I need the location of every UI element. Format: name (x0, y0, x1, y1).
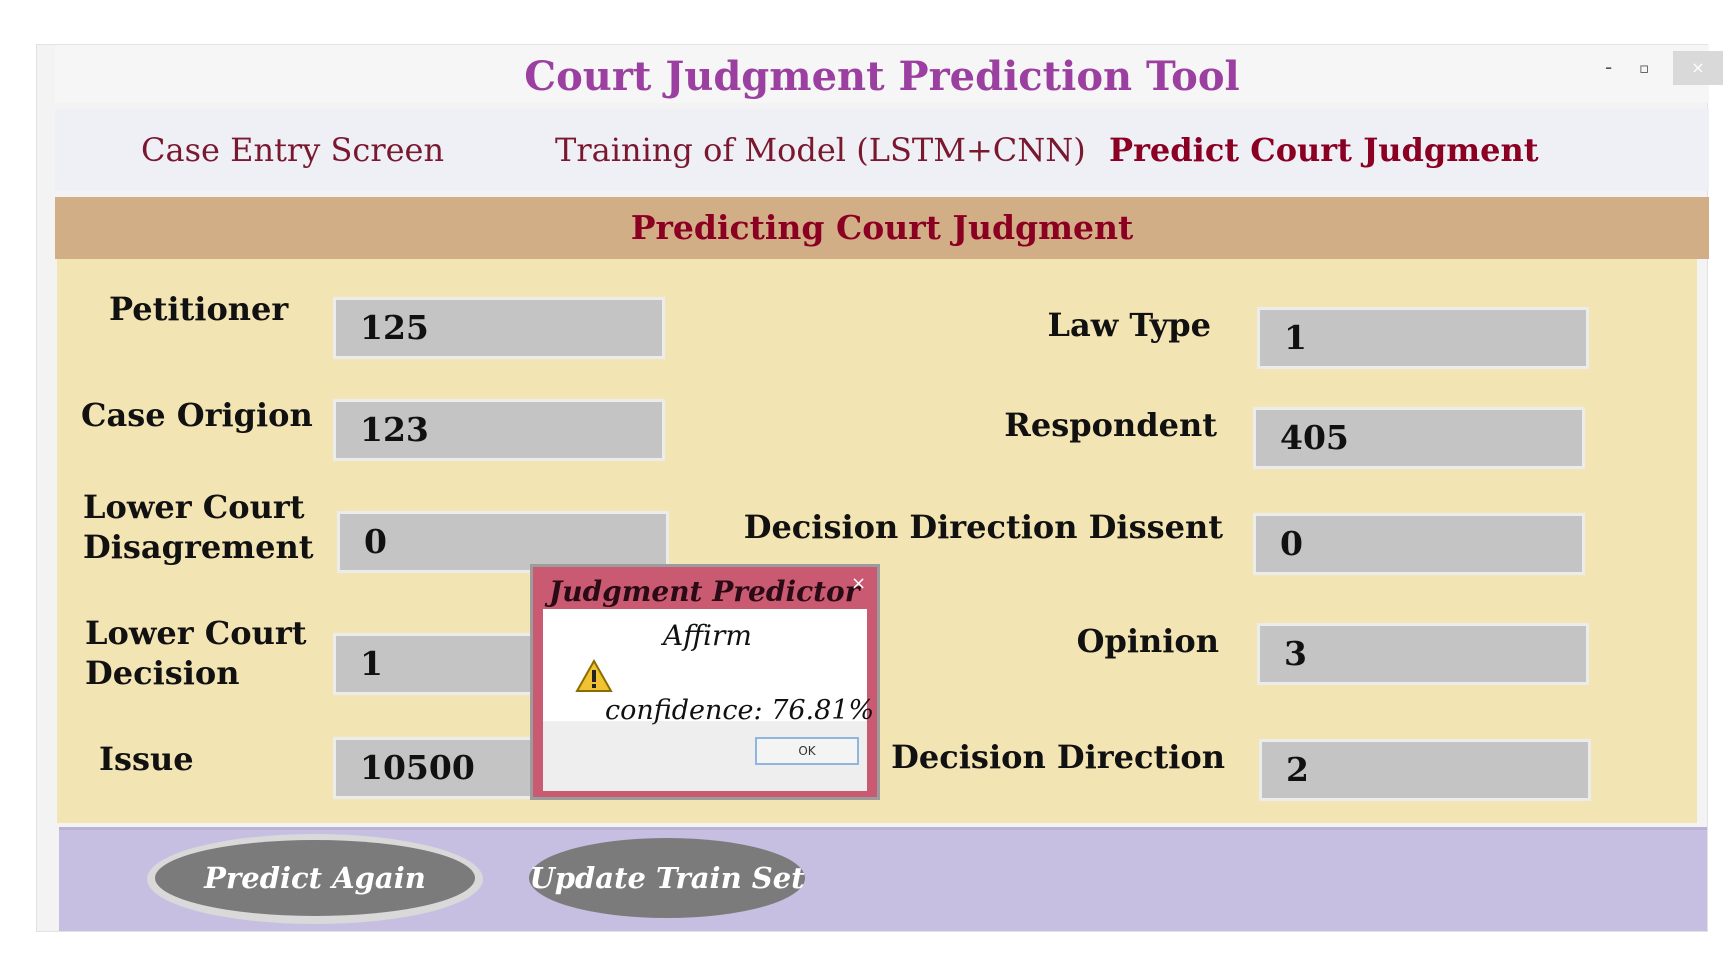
dialog-close-icon[interactable]: × (851, 573, 866, 594)
warning-icon (575, 659, 613, 692)
ok-button[interactable]: OK (755, 737, 859, 765)
update-train-set-button[interactable]: Update Train Set (529, 838, 805, 918)
predict-again-button[interactable]: Predict Again (155, 840, 475, 916)
section-title: Predicting Court Judgment (630, 208, 1134, 247)
section-header: Predicting Court Judgment (55, 197, 1709, 259)
title-bar: Court Judgment Prediction Tool - ▫ × (55, 45, 1723, 103)
lower-court-decision-label: Lower Court Decision (85, 613, 306, 693)
judgment-predictor-dialog: Judgment Predictor × Affirm confidence: … (530, 564, 880, 800)
petitioner-label: Petitioner (109, 290, 289, 328)
prediction-result: Affirm (663, 619, 752, 652)
petitioner-field[interactable]: 125 (333, 297, 665, 359)
lower-court-decision-label-line1: Lower Court (85, 614, 307, 652)
opinion-field[interactable]: 3 (1257, 623, 1589, 685)
decision-direction-field[interactable]: 2 (1259, 739, 1591, 801)
button-bar: Predict Again Update Train Set (59, 827, 1707, 931)
respondent-field[interactable]: 405 (1253, 407, 1585, 469)
minimize-button[interactable]: - (1605, 55, 1612, 79)
menu-item-training[interactable]: Training of Model (LSTM+CNN) (555, 131, 1086, 169)
law-type-label: Law Type (1047, 306, 1211, 344)
close-button[interactable]: × (1673, 51, 1723, 85)
menu-item-predict[interactable]: Predict Court Judgment (1109, 131, 1539, 169)
lower-court-decision-label-line2: Decision (85, 654, 240, 692)
menu-item-case-entry[interactable]: Case Entry Screen (141, 131, 444, 169)
case-origin-field[interactable]: 123 (333, 399, 665, 461)
confidence-text: confidence: 76.81% (605, 695, 875, 726)
opinion-label: Opinion (1076, 622, 1219, 660)
decision-direction-label: Decision Direction (891, 738, 1225, 776)
maximize-button[interactable]: ▫ (1639, 59, 1649, 77)
issue-label: Issue (99, 740, 194, 778)
law-type-field[interactable]: 1 (1257, 307, 1589, 369)
decision-direction-dissent-field[interactable]: 0 (1253, 513, 1585, 575)
dialog-title: Judgment Predictor (549, 575, 860, 608)
lower-court-disagreement-label: Lower Court Disagrement (83, 487, 314, 567)
menu-bar: Case Entry Screen Training of Model (LST… (55, 109, 1709, 191)
lower-court-disagreement-label-line2: Disagrement (83, 528, 314, 566)
respondent-label: Respondent (1004, 406, 1217, 444)
dialog-body: Affirm confidence: 76.81% OK (543, 609, 874, 791)
app-title: Court Judgment Prediction Tool (524, 53, 1240, 100)
decision-direction-dissent-label: Decision Direction Dissent (743, 508, 1223, 546)
lower-court-disagreement-label-line1: Lower Court (83, 488, 305, 526)
case-origin-label: Case Origion (81, 396, 313, 434)
